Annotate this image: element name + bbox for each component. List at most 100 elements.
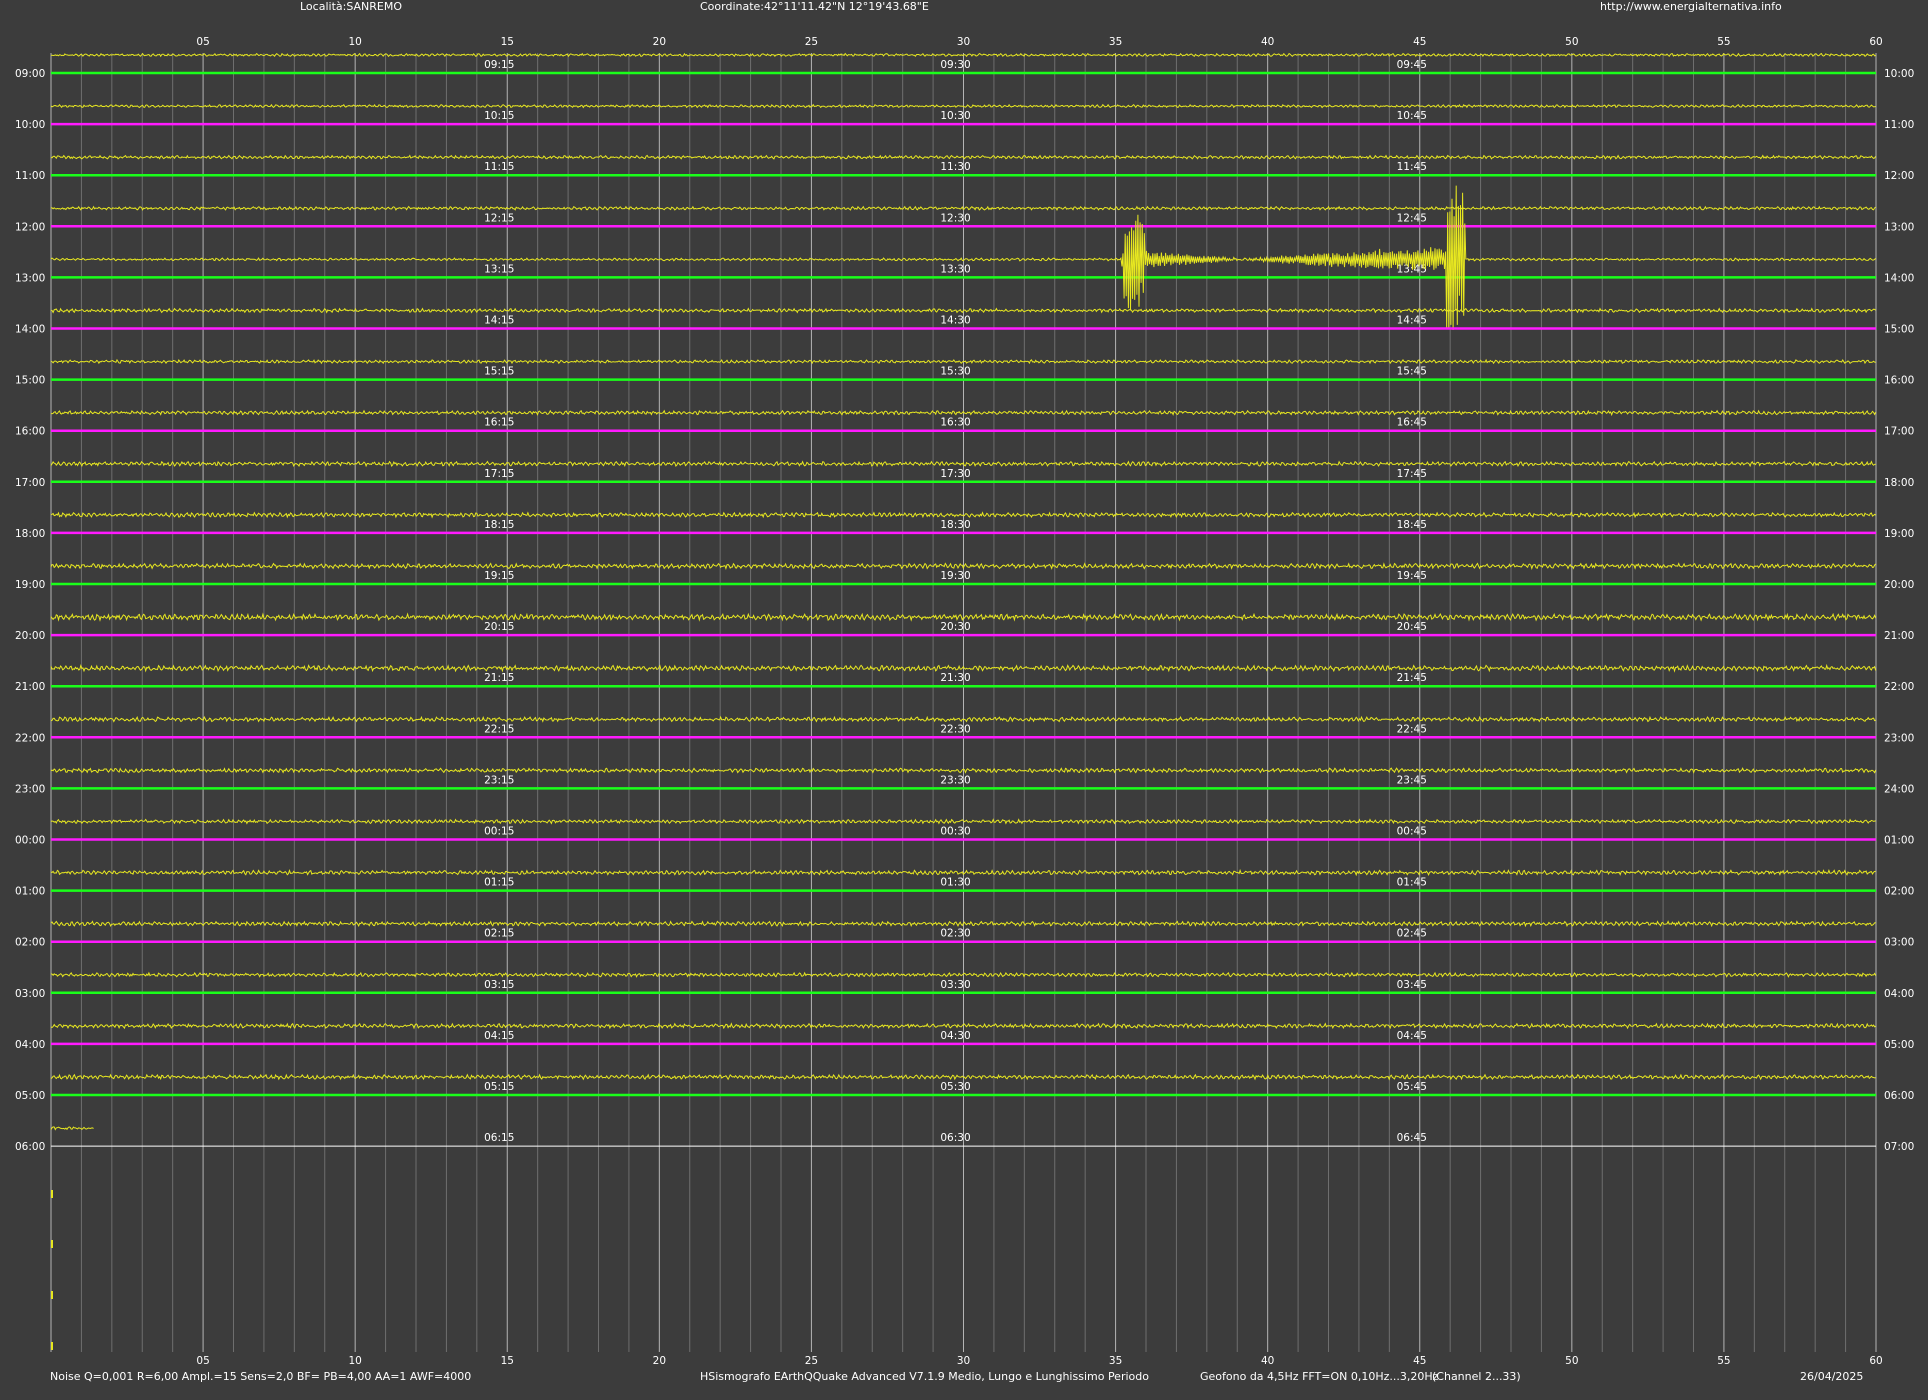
hour-label-left: 20:00 [15, 630, 45, 642]
hour-label-left: 09:00 [15, 68, 45, 80]
seismic-trace [50, 1126, 94, 1131]
quarter-hour-label: 10:45 [1397, 110, 1427, 122]
hour-label-left: 10:00 [15, 119, 45, 131]
quarter-hour-label: 15:45 [1397, 366, 1427, 378]
quarter-hour-label: 23:15 [484, 774, 514, 786]
x-tick-label-bottom: 25 [805, 1355, 818, 1367]
x-tick-label-top: 60 [1869, 36, 1882, 48]
hour-label-right: 24:00 [1884, 783, 1914, 795]
hour-label-left: 05:00 [15, 1090, 45, 1102]
hour-label-right: 10:00 [1884, 68, 1914, 80]
hour-label-left: 23:00 [15, 783, 45, 795]
hour-label-left: 02:00 [15, 937, 45, 949]
quarter-hour-label: 18:45 [1397, 519, 1427, 531]
quarter-hour-label: 10:15 [484, 110, 514, 122]
quarter-hour-label: 15:15 [484, 366, 514, 378]
x-tick-label-bottom: 40 [1261, 1355, 1274, 1367]
quarter-hour-label: 01:45 [1397, 877, 1427, 889]
hour-label-right: 12:00 [1884, 170, 1914, 182]
hour-label-right: 16:00 [1884, 375, 1914, 387]
quarter-hour-label: 13:15 [484, 263, 514, 275]
hour-label-left: 15:00 [15, 375, 45, 387]
x-tick-label-bottom: 35 [1109, 1355, 1122, 1367]
quarter-hour-label: 03:30 [940, 979, 970, 991]
quarter-hour-label: 05:15 [484, 1081, 514, 1093]
x-tick-label-top: 10 [348, 36, 361, 48]
hour-label-right: 14:00 [1884, 272, 1914, 284]
hour-label-left: 18:00 [15, 528, 45, 540]
quarter-hour-label: 17:45 [1397, 468, 1427, 480]
x-tick-label-top: 20 [653, 36, 666, 48]
hour-label-left: 03:00 [15, 988, 45, 1000]
hour-label-right: 03:00 [1884, 937, 1914, 949]
hour-label-left: 06:00 [15, 1141, 45, 1153]
quarter-hour-label: 21:45 [1397, 672, 1427, 684]
quarter-hour-label: 05:45 [1397, 1081, 1427, 1093]
quarter-hour-label: 14:45 [1397, 315, 1427, 327]
hour-label-left: 19:00 [15, 579, 45, 591]
hour-label-left: 11:00 [15, 170, 45, 182]
quarter-hour-label: 06:15 [484, 1132, 514, 1144]
x-tick-label-top: 35 [1109, 36, 1122, 48]
x-tick-label-bottom: 30 [957, 1355, 970, 1367]
quarter-hour-label: 10:30 [940, 110, 970, 122]
quarter-hour-label: 16:30 [940, 417, 970, 429]
hour-label-right: 05:00 [1884, 1039, 1914, 1051]
quarter-hour-label: 02:15 [484, 928, 514, 940]
quarter-hour-label: 02:45 [1397, 928, 1427, 940]
x-tick-label-top: 50 [1565, 36, 1578, 48]
quarter-hour-label: 04:45 [1397, 1030, 1427, 1042]
params-label: Noise Q=0,001 R=6,00 Ampl.=15 Sens=2,0 B… [50, 1370, 472, 1383]
quarter-hour-label: 11:30 [940, 161, 970, 173]
hour-label-right: 07:00 [1884, 1141, 1914, 1153]
hour-label-left: 22:00 [15, 732, 45, 744]
hour-label-right: 02:00 [1884, 886, 1914, 898]
hour-label-right: 23:00 [1884, 732, 1914, 744]
hour-label-right: 20:00 [1884, 579, 1914, 591]
x-tick-label-bottom: 15 [501, 1355, 514, 1367]
hour-label-left: 12:00 [15, 221, 45, 233]
x-tick-label-bottom: 60 [1869, 1355, 1882, 1367]
quarter-hour-label: 19:30 [940, 570, 970, 582]
quarter-hour-label: 23:45 [1397, 774, 1427, 786]
sensor-label: Geofono da 4,5Hz FFT=ON 0,10Hz...3,20Hz [1200, 1370, 1439, 1383]
hour-label-right: 21:00 [1884, 630, 1914, 642]
x-tick-label-top: 45 [1413, 36, 1426, 48]
quarter-hour-label: 06:30 [940, 1132, 970, 1144]
quarter-hour-label: 14:15 [484, 315, 514, 327]
x-tick-label-bottom: 10 [348, 1355, 361, 1367]
quarter-hour-label: 23:30 [940, 774, 970, 786]
hour-label-left: 04:00 [15, 1039, 45, 1051]
quarter-hour-label: 13:30 [940, 263, 970, 275]
quarter-hour-label: 15:30 [940, 366, 970, 378]
quarter-hour-label: 00:45 [1397, 826, 1427, 838]
quarter-hour-label: 00:30 [940, 826, 970, 838]
quarter-hour-label: 21:30 [940, 672, 970, 684]
x-tick-label-bottom: 20 [653, 1355, 666, 1367]
hour-label-right: 22:00 [1884, 681, 1914, 693]
quarter-hour-label: 11:45 [1397, 161, 1427, 173]
quarter-hour-label: 04:15 [484, 1030, 514, 1042]
hour-label-right: 18:00 [1884, 477, 1914, 489]
quarter-hour-label: 13:45 [1397, 263, 1427, 275]
quarter-hour-label: 09:45 [1397, 59, 1427, 71]
quarter-hour-label: 14:30 [940, 315, 970, 327]
hour-label-right: 13:00 [1884, 221, 1914, 233]
x-tick-label-top: 05 [196, 36, 209, 48]
quarter-hour-label: 17:30 [940, 468, 970, 480]
hour-label-right: 01:00 [1884, 835, 1914, 847]
seismogram-chart: 05 05 10 10 15 15 20 20 25 25 30 30 35 35 40 40 45 45 50 50… [15, 36, 1914, 1367]
hour-label-left: 14:00 [15, 324, 45, 336]
hour-label-right: 06:00 [1884, 1090, 1914, 1102]
quarter-hour-label: 12:45 [1397, 212, 1427, 224]
hour-label-left: 01:00 [15, 886, 45, 898]
x-tick-label-top: 40 [1261, 36, 1274, 48]
hour-label-right: 17:00 [1884, 426, 1914, 438]
quarter-hour-label: 12:15 [484, 212, 514, 224]
hour-label-right: 19:00 [1884, 528, 1914, 540]
quarter-hour-label: 01:15 [484, 877, 514, 889]
quarter-hour-label: 03:45 [1397, 979, 1427, 991]
quarter-hour-label: 04:30 [940, 1030, 970, 1042]
hour-label-right: 15:00 [1884, 324, 1914, 336]
x-tick-label-bottom: 45 [1413, 1355, 1426, 1367]
